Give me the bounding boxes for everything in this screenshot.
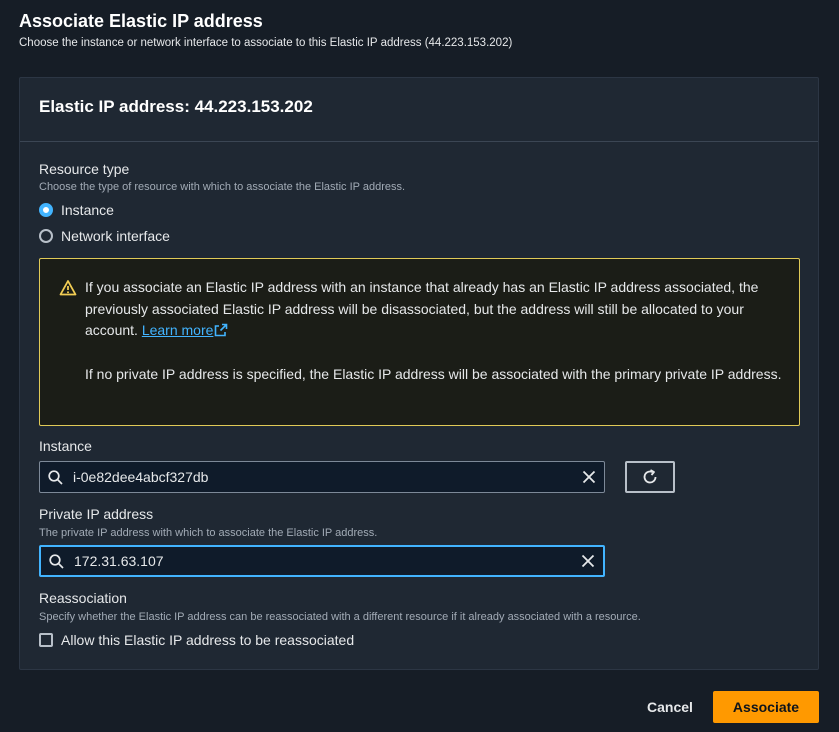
resource-type-label: Resource type [39,161,130,177]
associate-eip-page: Associate Elastic IP address Choose the … [0,0,839,732]
close-icon [581,554,595,568]
close-icon [582,470,596,484]
instance-value: i-0e82dee4abcf327db [73,469,209,485]
radio-network-interface[interactable]: Network interface [39,228,170,244]
instance-clear-button[interactable] [582,470,596,484]
reassociation-checkbox-label: Allow this Elastic IP address to be reas… [61,632,355,648]
reassociation-label: Reassociation [39,590,127,606]
refresh-button[interactable] [625,461,675,493]
private-ip-label: Private IP address [39,506,154,522]
private-ip-input[interactable]: 172.31.63.107 [39,545,605,577]
alert-text: If you associate an Elastic IP address w… [85,277,785,385]
private-ip-value: 172.31.63.107 [74,553,164,569]
page-title: Associate Elastic IP address [19,11,263,31]
reassociation-checkbox-row[interactable]: Allow this Elastic IP address to be reas… [39,632,354,648]
page-description: Choose the instance or network interface… [19,37,513,49]
search-icon [48,469,63,485]
radio-instance-control[interactable] [39,203,53,217]
alert-paragraph-1: If you associate an Elastic IP address w… [85,277,785,342]
panel-header: Elastic IP address: 44.223.153.202 [20,78,818,142]
radio-network-interface-label: Network interface [61,228,170,244]
private-ip-clear-button[interactable] [581,554,595,568]
resource-type-hint: Choose the type of resource with which t… [39,181,406,193]
external-link-icon [215,323,228,337]
associate-button[interactable]: Associate [713,691,819,723]
search-icon [49,553,64,569]
learn-more-label: Learn more [141,322,214,338]
reassociation-checkbox[interactable] [39,633,53,647]
refresh-icon [643,469,657,484]
instance-input[interactable]: i-0e82dee4abcf327db [39,461,605,493]
private-ip-hint: The private IP address with which to ass… [39,527,378,539]
radio-instance[interactable]: Instance [39,202,114,218]
cancel-button[interactable]: Cancel [635,691,705,723]
learn-more-link[interactable]: Learn more [142,322,229,338]
warning-alert: If you associate an Elastic IP address w… [39,258,800,426]
radio-instance-label: Instance [61,202,114,218]
alert-paragraph-2: If no private IP address is specified, t… [85,365,782,382]
page-header: Associate Elastic IP address Choose the … [19,9,512,49]
warning-icon [59,280,77,296]
panel-title: Elastic IP address: 44.223.153.202 [39,97,313,116]
reassociation-hint: Specify whether the Elastic IP address c… [39,611,641,623]
radio-network-interface-control[interactable] [39,229,53,243]
instance-label: Instance [39,438,92,454]
eip-panel: Elastic IP address: 44.223.153.202 Resou… [19,77,819,670]
